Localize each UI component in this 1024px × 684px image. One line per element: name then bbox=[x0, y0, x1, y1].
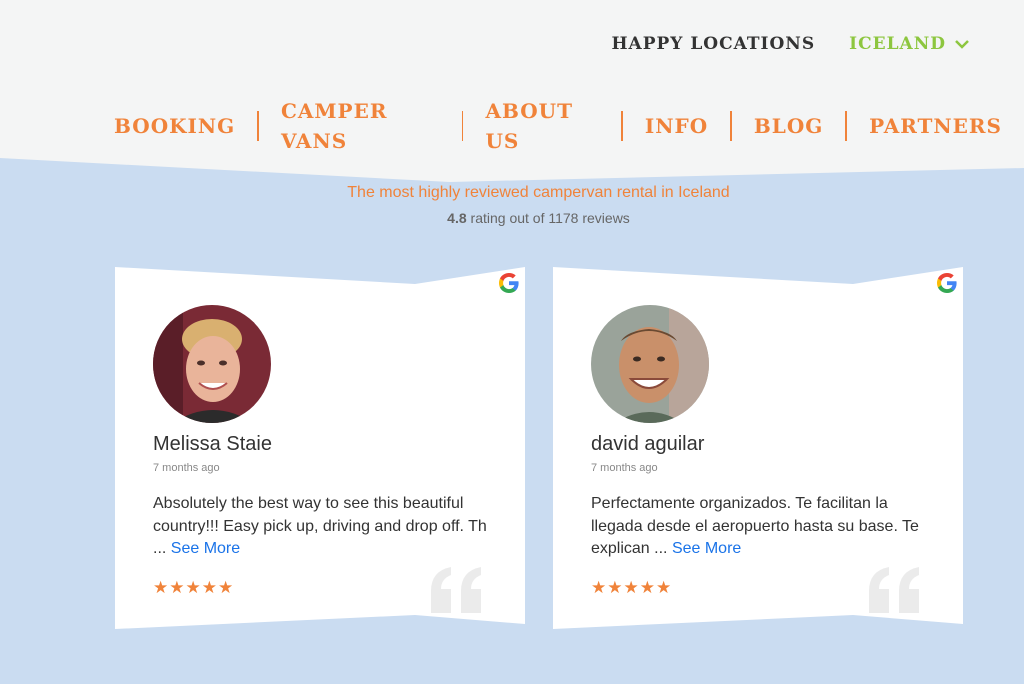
reviewer-name: david aguilar bbox=[591, 433, 705, 455]
nav-info[interactable]: INFO bbox=[623, 111, 730, 141]
avatar bbox=[591, 305, 709, 423]
star-rating: ★★★★★ bbox=[591, 578, 673, 597]
nav-about-us[interactable]: ABOUT US bbox=[463, 96, 621, 156]
review-time: 7 months ago bbox=[591, 462, 658, 474]
see-more-link[interactable]: See More bbox=[672, 540, 741, 557]
review-card: Melissa Staie 7 months ago Absolutely th… bbox=[115, 267, 525, 640]
nav-blog[interactable]: BLOG bbox=[732, 111, 845, 141]
country-selector[interactable]: ICELAND bbox=[849, 34, 970, 54]
review-excerpt: Perfectamente organizados. Te facilitan … bbox=[591, 495, 919, 557]
quote-icon bbox=[431, 567, 481, 613]
country-label: ICELAND bbox=[849, 34, 946, 54]
nav-booking[interactable]: BOOKING bbox=[92, 111, 257, 141]
reviewer-name: Melissa Staie bbox=[153, 433, 272, 455]
quote-icon bbox=[869, 567, 919, 613]
star-rating: ★★★★★ bbox=[153, 578, 235, 597]
reviews-headline: The most highly reviewed campervan renta… bbox=[347, 184, 730, 201]
avatar bbox=[153, 305, 271, 423]
chevron-down-icon bbox=[955, 40, 969, 49]
happy-locations-link[interactable]: HAPPY LOCATIONS bbox=[611, 34, 815, 54]
review-time: 7 months ago bbox=[153, 462, 220, 474]
google-icon bbox=[499, 273, 519, 293]
rating-text: rating out of 1178 reviews bbox=[466, 210, 630, 226]
rating-value: 4.8 bbox=[447, 210, 467, 226]
top-bar: HAPPY LOCATIONS ICELAND bbox=[611, 34, 970, 54]
review-card: david aguilar 7 months ago Perfectamente… bbox=[553, 267, 963, 640]
see-more-link[interactable]: See More bbox=[171, 540, 240, 557]
rating-summary: 4.8 rating out of 1178 reviews bbox=[0, 210, 1024, 226]
nav-camper-vans[interactable]: CAMPER VANS bbox=[259, 96, 462, 156]
google-icon bbox=[937, 273, 957, 293]
main-nav: BOOKING CAMPER VANS ABOUT US INFO BLOG P… bbox=[92, 96, 1024, 156]
review-text: Perfectamente organizados. Te facilitan … bbox=[591, 493, 931, 561]
review-text: Absolutely the best way to see this beau… bbox=[153, 493, 493, 561]
nav-partners[interactable]: PARTNERS bbox=[847, 111, 1024, 141]
